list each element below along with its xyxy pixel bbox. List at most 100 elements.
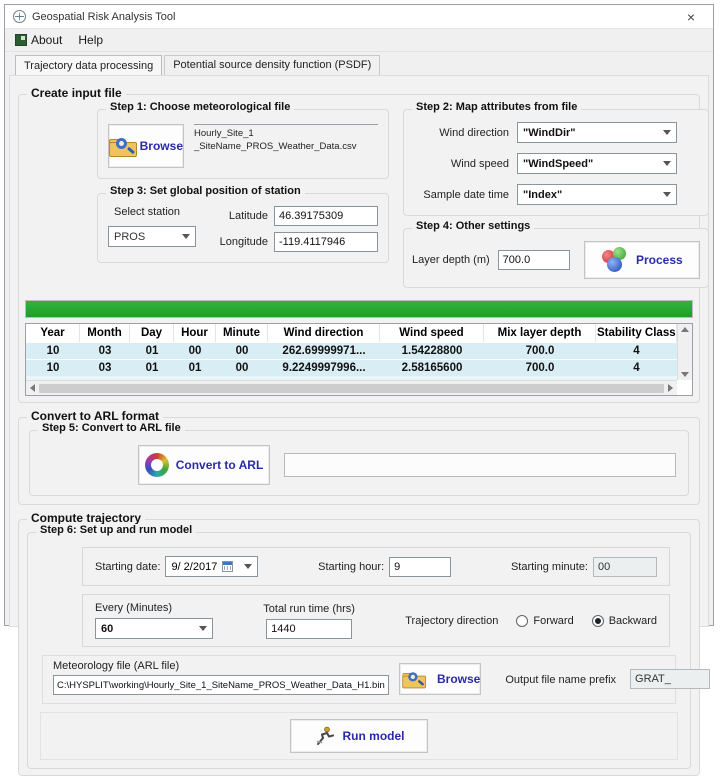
- step6-title: Step 6: Set up and run model: [36, 524, 196, 536]
- total-run-time-label: Total run time (hrs): [263, 603, 355, 615]
- every-minutes-select[interactable]: 60: [95, 618, 213, 639]
- forward-radio-circle[interactable]: [516, 615, 528, 627]
- step1-group: Step 1: Choose meteorological file Brows…: [97, 109, 389, 179]
- step2-title: Step 2: Map attributes from file: [412, 101, 581, 113]
- horizontal-scrollbar[interactable]: [26, 380, 677, 395]
- chevron-down-icon: [663, 130, 671, 135]
- starting-date-label: Starting date:: [95, 561, 160, 573]
- vertical-scrollbar[interactable]: [677, 324, 692, 380]
- scrollbar-thumb[interactable]: [39, 384, 664, 393]
- table-header-cell[interactable]: Mix layer depth: [484, 324, 596, 342]
- sample-date-time-select[interactable]: "Index": [517, 184, 677, 205]
- wind-speed-select[interactable]: "WindSpeed": [517, 153, 677, 174]
- compute-trajectory-group: Compute trajectory Step 6: Set up and ru…: [18, 519, 700, 776]
- forward-radio[interactable]: Forward: [516, 615, 573, 627]
- wind-direction-select[interactable]: "WindDir": [517, 122, 677, 143]
- latitude-field[interactable]: [274, 206, 378, 226]
- process-button-label: Process: [636, 253, 683, 267]
- table-cell: 10: [26, 360, 80, 376]
- table-header-cell[interactable]: Month: [80, 324, 130, 342]
- met-file-row: Meteorology file (ARL file) Browse Outpu…: [42, 655, 676, 704]
- convert-arl-group: Convert to ARL format Step 5: Convert to…: [18, 417, 700, 505]
- process-button[interactable]: Process: [584, 241, 700, 279]
- menu-about[interactable]: About: [11, 31, 70, 49]
- step6-group: Step 6: Set up and run model Starting da…: [27, 532, 691, 769]
- starting-date-picker[interactable]: 9/ 2/2017: [165, 556, 258, 577]
- table-cell: 1.54228800: [380, 343, 484, 359]
- table-cell: 700.0: [484, 343, 596, 359]
- backward-radio-circle[interactable]: [592, 615, 604, 627]
- table-cell: 03: [80, 343, 130, 359]
- station-select[interactable]: PROS: [108, 226, 196, 247]
- run-model-button[interactable]: Run model: [290, 719, 428, 753]
- table-header-cell[interactable]: Year: [26, 324, 80, 342]
- color-ring-icon: [145, 453, 169, 477]
- chevron-down-icon: [244, 564, 252, 569]
- table-cell: 00: [216, 360, 268, 376]
- table-cell: 9.2249997996...: [268, 360, 380, 376]
- app-window: Geospatial Risk Analysis Tool × About He…: [4, 4, 714, 626]
- table-cell: 01: [174, 360, 216, 376]
- menu-help-label: Help: [78, 33, 103, 47]
- table-header-cell[interactable]: Hour: [174, 324, 216, 342]
- close-button[interactable]: ×: [677, 9, 705, 25]
- select-station-label: Select station: [108, 206, 196, 218]
- table-header-row: Year Month Day Hour Minute Wind directio…: [26, 324, 677, 342]
- table-row[interactable]: 10 03 01 00 00 262.69999971... 1.5422880…: [26, 342, 677, 359]
- menu-about-label: About: [31, 33, 62, 47]
- chevron-down-icon: [182, 234, 190, 239]
- station-value: PROS: [114, 231, 145, 243]
- scroll-right-icon[interactable]: [668, 384, 673, 392]
- step5-title: Step 5: Convert to ARL file: [38, 422, 185, 434]
- run-settings-row: Every (Minutes) 60 Total run time (hrs) …: [82, 594, 670, 647]
- scroll-down-icon[interactable]: [681, 372, 689, 377]
- process-icon: [601, 247, 629, 273]
- tab-psdf[interactable]: Potential source density function (PSDF): [164, 55, 380, 75]
- menu-help[interactable]: Help: [74, 31, 111, 49]
- table-cell: 262.69999971...: [268, 343, 380, 359]
- forward-label: Forward: [533, 615, 573, 627]
- starting-hour-field[interactable]: [389, 557, 451, 577]
- longitude-label: Longitude: [210, 236, 268, 248]
- step2-group: Step 2: Map attributes from file Wind di…: [403, 109, 709, 216]
- create-input-file-title: Create input file: [27, 86, 126, 100]
- scroll-left-icon[interactable]: [30, 384, 35, 392]
- backward-radio[interactable]: Backward: [592, 615, 657, 627]
- longitude-field[interactable]: [274, 232, 378, 252]
- table-cell: 700.0: [484, 360, 596, 376]
- step3-group: Step 3: Set global position of station S…: [97, 193, 389, 263]
- met-file-field[interactable]: [53, 675, 389, 695]
- table-cell: 03: [80, 360, 130, 376]
- progress-bar: [25, 300, 693, 318]
- table-header-cell[interactable]: Wind speed: [380, 324, 484, 342]
- convert-to-arl-button[interactable]: Convert to ARL: [138, 445, 270, 485]
- layer-depth-field[interactable]: [498, 250, 570, 270]
- starting-minute-label: Starting minute:: [511, 561, 588, 573]
- tab-trajectory-data-processing[interactable]: Trajectory data processing: [15, 55, 162, 76]
- title-bar: Geospatial Risk Analysis Tool ×: [5, 5, 713, 29]
- chosen-file-label: Hourly_Site_1 _SiteName_PROS_Weather_Dat…: [194, 124, 378, 168]
- compute-trajectory-title: Compute trajectory: [27, 511, 145, 525]
- table-cell: 00: [216, 343, 268, 359]
- run-model-label: Run model: [343, 729, 405, 743]
- table-header-cell[interactable]: Wind direction: [268, 324, 380, 342]
- convert-to-arl-label: Convert to ARL: [176, 458, 264, 472]
- chosen-file-line2: _SiteName_PROS_Weather_Data.csv: [194, 141, 378, 154]
- table-cell: 10: [26, 343, 80, 359]
- scroll-up-icon[interactable]: [681, 327, 689, 332]
- starting-minute-field: [593, 557, 657, 577]
- trajectory-direction-label: Trajectory direction: [405, 615, 498, 627]
- browse-met-file-button[interactable]: Browse: [108, 124, 184, 168]
- table-row[interactable]: 10 03 01 01 00 9.2249997996... 2.5816560…: [26, 359, 677, 376]
- table-header-cell[interactable]: Day: [130, 324, 174, 342]
- folder-search-icon: [109, 135, 133, 157]
- browse-arl-file-button[interactable]: Browse: [399, 663, 481, 695]
- table-header-cell[interactable]: Stability Class: [596, 324, 677, 342]
- total-run-time-field[interactable]: [266, 619, 352, 639]
- output-prefix-field[interactable]: [630, 669, 710, 689]
- start-datetime-row: Starting date: 9/ 2/2017 Starting hour: …: [82, 547, 670, 586]
- table-header-cell[interactable]: Minute: [216, 324, 268, 342]
- met-file-label: Meteorology file (ARL file): [53, 660, 389, 672]
- table-cell: 2.58165600: [380, 360, 484, 376]
- step4-group: Step 4: Other settings Layer depth (m) P…: [403, 228, 709, 288]
